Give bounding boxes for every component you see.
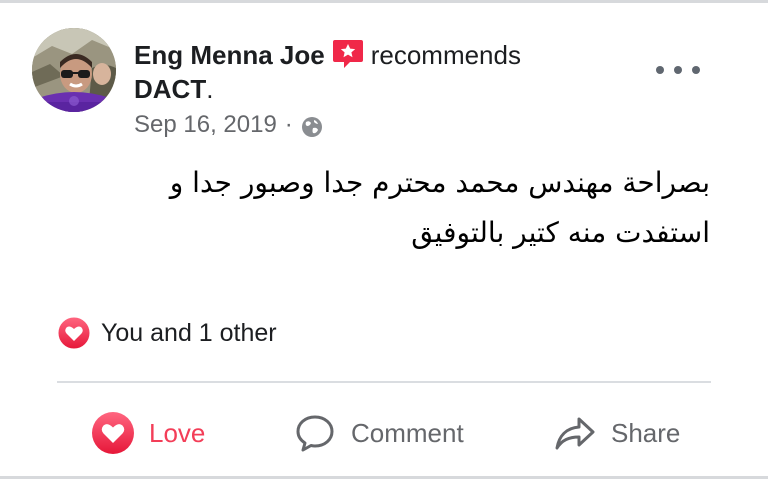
post-date-link[interactable]: Sep 16, 2019 — [134, 108, 277, 142]
reactions-summary[interactable]: You and 1 other — [57, 316, 277, 350]
reaction-count-text: You and 1 other — [101, 318, 277, 347]
avatar[interactable] — [32, 28, 116, 112]
page-name-link[interactable]: DACT — [134, 74, 206, 104]
post-text-line: بصراحة مهندس محمد محترم جدا وصبور جدا و — [169, 166, 710, 199]
share-label: Share — [611, 417, 681, 448]
post-header-text: Eng Menna Joe recommends DACT. — [134, 36, 554, 106]
share-button[interactable]: Share — [553, 398, 680, 468]
divider — [57, 381, 711, 383]
heart-reaction-icon — [57, 316, 91, 350]
post-body: بصراحة مهندس محمد محترم جدا وصبور جدا و … — [90, 158, 710, 258]
share-icon — [555, 417, 595, 450]
post-actions-bar: Love Comment Share — [57, 398, 711, 468]
comment-label: Comment — [351, 417, 464, 448]
love-button[interactable]: Love — [91, 398, 205, 468]
meta-separator: · — [284, 111, 293, 138]
love-label: Love — [149, 417, 206, 448]
author-name-link[interactable]: Eng Menna Joe — [134, 40, 325, 70]
more-options-button[interactable] — [656, 58, 700, 82]
heart-reaction-icon — [92, 412, 134, 454]
recommends-text: recommends — [370, 40, 521, 70]
globe-icon[interactable] — [301, 114, 323, 137]
post-meta: Sep 16, 2019 · — [134, 108, 323, 142]
comment-button[interactable]: Comment — [293, 398, 464, 468]
more-dot-icon — [674, 66, 682, 74]
comment-icon — [296, 415, 334, 452]
more-dot-icon — [692, 66, 700, 74]
post-text-line: استفدت منه كتير بالتوفيق — [411, 216, 710, 249]
recommend-badge-icon — [331, 36, 365, 70]
more-dot-icon — [656, 66, 664, 74]
top-border — [0, 0, 768, 3]
page-name-suffix: . — [206, 74, 214, 104]
